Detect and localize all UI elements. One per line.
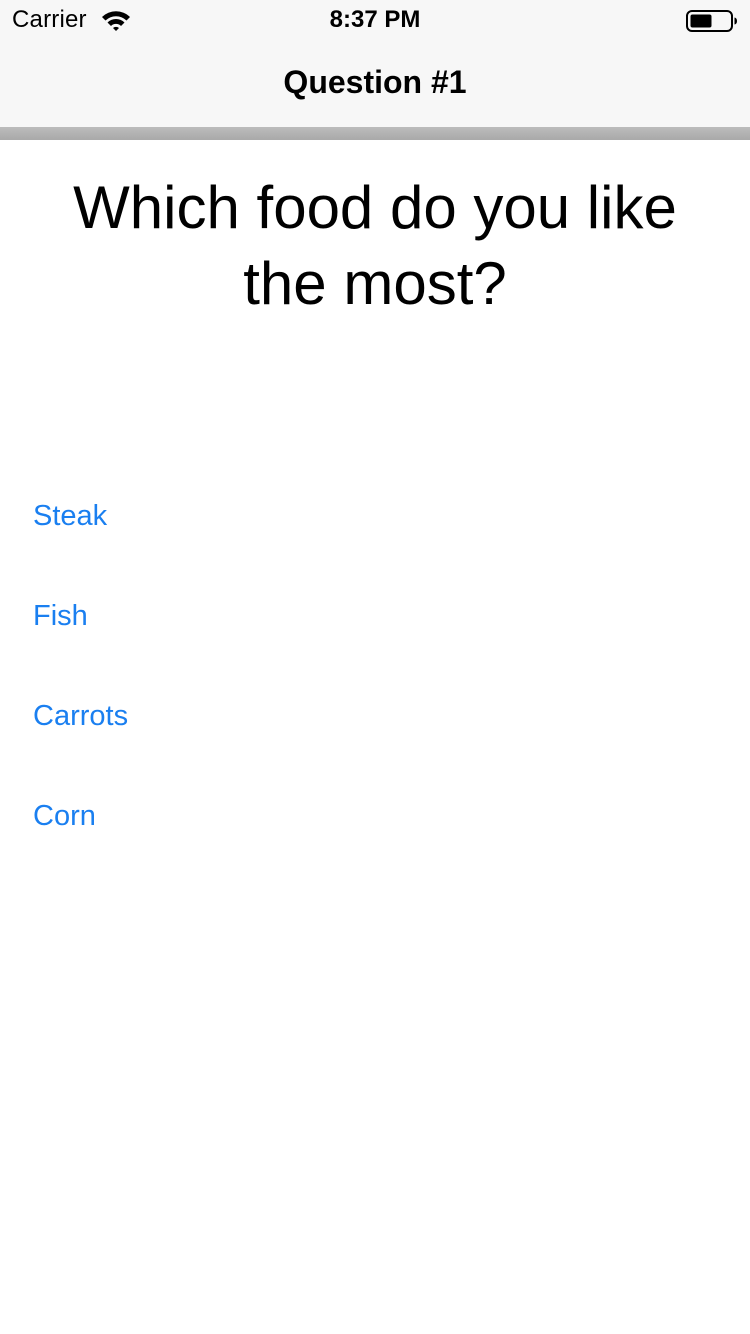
answer-button-fish[interactable]: Fish bbox=[33, 600, 88, 633]
answer-button-corn[interactable]: Corn bbox=[33, 800, 96, 833]
answer-button-carrots[interactable]: Carrots bbox=[33, 700, 128, 733]
screen: Carrier 8:37 PM Question #1 Which food d… bbox=[0, 0, 750, 1334]
status-bar: Carrier 8:37 PM bbox=[0, 0, 750, 40]
answer-button-steak[interactable]: Steak bbox=[33, 500, 107, 533]
nav-title: Question #1 bbox=[283, 64, 467, 100]
status-time: 8:37 PM bbox=[329, 6, 421, 33]
top-bar: Carrier 8:37 PM Question #1 bbox=[0, 0, 750, 128]
battery-icon bbox=[686, 10, 737, 32]
question-text: Which food do you like the most? bbox=[73, 174, 677, 317]
nav-bar-divider bbox=[0, 127, 750, 140]
